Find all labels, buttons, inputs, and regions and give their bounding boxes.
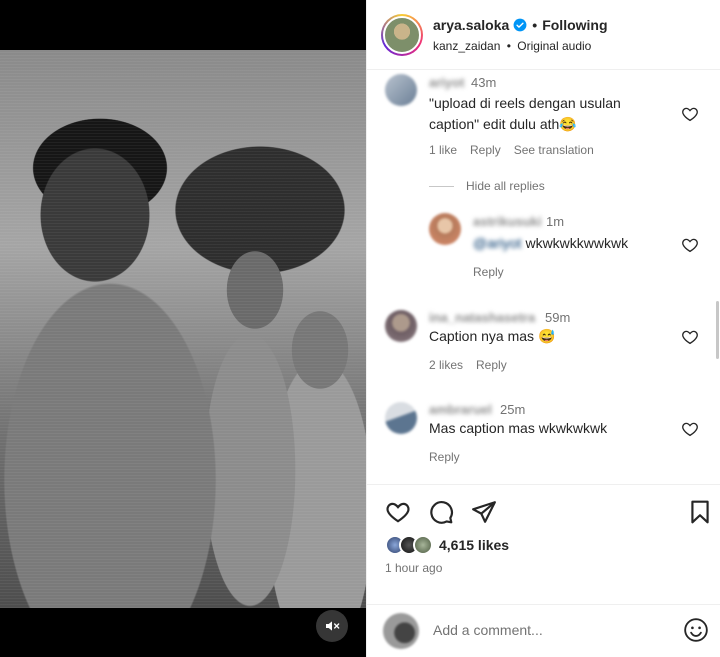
verified-badge-icon bbox=[513, 18, 527, 32]
comment-time: 43m bbox=[471, 75, 497, 90]
replies-divider bbox=[429, 185, 454, 187]
heart-icon[interactable] bbox=[385, 499, 411, 525]
post-time[interactable]: 1 hour ago bbox=[385, 561, 442, 575]
following-button[interactable]: Following bbox=[542, 17, 607, 33]
comment-reply-button[interactable]: Reply bbox=[470, 143, 501, 157]
commenter-username[interactable]: ariyot bbox=[429, 75, 464, 90]
comment-time: 59m bbox=[545, 310, 571, 325]
author-avatar[interactable] bbox=[381, 14, 423, 56]
likes-count[interactable]: 4,615 likes bbox=[439, 537, 509, 553]
smiley-icon[interactable] bbox=[683, 617, 709, 643]
audio-attribution[interactable]: kanz_zaidan • Original audio bbox=[433, 39, 591, 53]
comments-list[interactable]: ariyot 43m "upload di reels dengan usula… bbox=[367, 71, 720, 484]
comment-likes[interactable]: 1 like bbox=[429, 143, 457, 157]
comment-likes[interactable]: 2 likes bbox=[429, 358, 463, 372]
comment-bubble-icon[interactable] bbox=[428, 499, 454, 525]
comment-reply-button[interactable]: Reply bbox=[476, 358, 507, 372]
comment-time: 1m bbox=[546, 214, 565, 229]
commenter-avatar[interactable] bbox=[429, 213, 461, 245]
comment-text: @ariyot wkwkwkkwwkwk bbox=[473, 233, 673, 254]
commenter-username[interactable]: ina_natashasetra bbox=[429, 310, 535, 325]
comment-time: 25m bbox=[500, 402, 526, 417]
comment-reply-button[interactable]: Reply bbox=[473, 265, 504, 279]
post-header: arya.saloka • Following kanz_zaidan • Or… bbox=[367, 0, 720, 70]
comment-mention[interactable]: @ariyot bbox=[473, 235, 521, 251]
comment-text: Caption nya mas 😅 bbox=[429, 328, 556, 344]
audio-username[interactable]: kanz_zaidan bbox=[433, 39, 500, 53]
hide-replies-label[interactable]: Hide all replies bbox=[466, 179, 545, 193]
add-comment-bar bbox=[367, 604, 720, 657]
commenter-username[interactable]: astrikusuki bbox=[473, 214, 542, 229]
reel-video-pane[interactable] bbox=[0, 0, 366, 657]
heart-icon[interactable] bbox=[681, 420, 699, 438]
speaker-muted-icon bbox=[326, 621, 340, 631]
author-username[interactable]: arya.saloka bbox=[433, 17, 509, 33]
bookmark-icon[interactable] bbox=[687, 499, 713, 525]
comment-text-body: wkwkwkkwwkwk bbox=[525, 235, 629, 251]
audio-label[interactable]: Original audio bbox=[517, 39, 591, 53]
commenter-username[interactable]: ambraruel bbox=[429, 402, 492, 417]
heart-icon[interactable] bbox=[681, 236, 699, 254]
post-side-panel: arya.saloka • Following kanz_zaidan • Or… bbox=[366, 0, 720, 657]
heart-icon[interactable] bbox=[681, 328, 699, 346]
hide-replies-toggle[interactable]: Hide all replies bbox=[429, 179, 545, 193]
paper-plane-icon[interactable] bbox=[471, 499, 497, 525]
comments-scrollbar[interactable] bbox=[716, 301, 719, 359]
post-actions: 4,615 likes 1 hour ago bbox=[367, 484, 720, 604]
current-user-avatar[interactable] bbox=[383, 613, 419, 649]
heart-icon[interactable] bbox=[681, 105, 699, 123]
header-separator: • bbox=[532, 17, 538, 33]
reel-video-frame[interactable] bbox=[0, 50, 366, 608]
mute-toggle-button[interactable] bbox=[316, 610, 348, 642]
likes-summary[interactable]: 4,615 likes bbox=[385, 535, 509, 555]
commenter-avatar[interactable] bbox=[385, 74, 417, 106]
add-comment-input[interactable] bbox=[433, 619, 663, 641]
comment-text: "upload di reels dengan usulan caption" … bbox=[429, 95, 621, 132]
liker-avatar bbox=[413, 535, 433, 555]
comment-reply-button[interactable]: Reply bbox=[429, 450, 460, 464]
audio-separator: • bbox=[506, 39, 511, 53]
commenter-avatar[interactable] bbox=[385, 402, 417, 434]
commenter-avatar[interactable] bbox=[385, 310, 417, 342]
see-translation-button[interactable]: See translation bbox=[514, 143, 594, 157]
comment-text: Mas caption mas wkwkwkwk bbox=[429, 420, 608, 436]
